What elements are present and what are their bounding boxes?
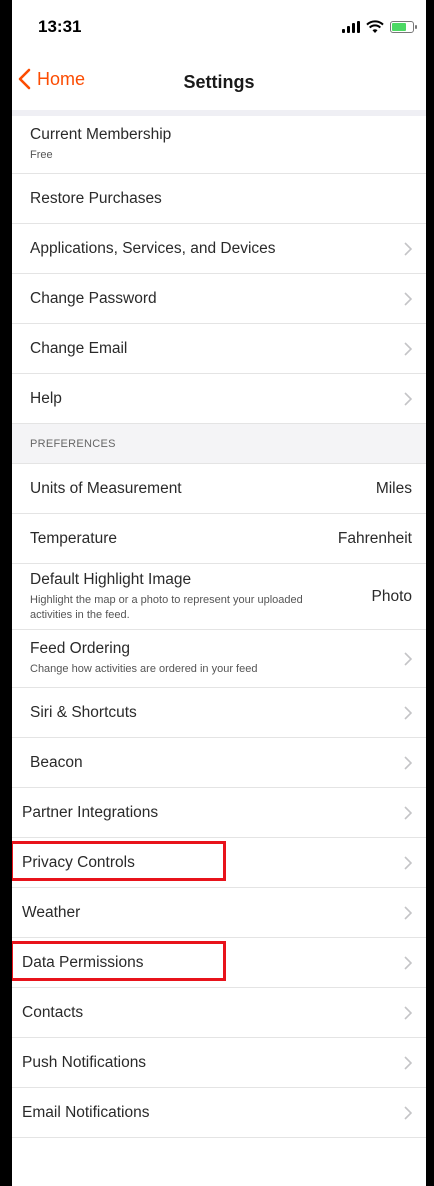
row-label: Change Email <box>30 339 128 357</box>
signal-icon <box>342 21 360 33</box>
email-notifications-row[interactable]: Email Notifications <box>12 1088 426 1138</box>
privacy-controls-row[interactable]: Privacy Controls <box>12 838 426 888</box>
temperature-value: Fahrenheit <box>337 529 412 547</box>
row-label: Applications, Services, and Devices <box>30 239 276 257</box>
temperature-row[interactable]: Temperature Fahrenheit <box>12 514 426 564</box>
status-icons <box>342 20 417 34</box>
row-label: Temperature <box>30 529 118 547</box>
row-label: Privacy Controls <box>22 853 135 871</box>
partner-integrations-row[interactable]: Partner Integrations <box>12 788 426 838</box>
row-label: Beacon <box>30 753 83 771</box>
preferences-section-header: PREFERENCES <box>12 424 426 464</box>
units-value: Miles <box>375 479 412 497</box>
page-title: Settings <box>183 71 255 92</box>
weather-row[interactable]: Weather <box>12 888 426 938</box>
status-time: 13:31 <box>38 17 82 36</box>
change-email-row[interactable]: Change Email <box>12 324 426 374</box>
chevron-right-icon <box>404 805 412 820</box>
data-permissions-row[interactable]: Data Permissions <box>12 938 426 988</box>
status-bar: 13:31 <box>12 0 426 54</box>
row-description: Change how activities are ordered in you… <box>30 663 258 676</box>
row-label: Change Password <box>30 289 157 307</box>
row-label: Contacts <box>22 1003 84 1021</box>
row-label: Restore Purchases <box>30 189 162 207</box>
chevron-right-icon <box>404 291 412 306</box>
change-password-row[interactable]: Change Password <box>12 274 426 324</box>
back-label: Home <box>37 68 86 89</box>
chevron-right-icon <box>404 1105 412 1120</box>
row-label: Push Notifications <box>22 1053 147 1071</box>
chevron-right-icon <box>404 651 412 666</box>
restore-purchases-row[interactable]: Restore Purchases <box>12 174 426 224</box>
settings-screen: 13:31 Home Settings Current Membership F… <box>10 0 428 1186</box>
chevron-right-icon <box>404 855 412 870</box>
chevron-right-icon <box>404 705 412 720</box>
chevron-right-icon <box>404 1055 412 1070</box>
row-label: Current Membership <box>30 126 172 144</box>
siri-shortcuts-row[interactable]: Siri & Shortcuts <box>12 688 426 738</box>
chevron-right-icon <box>404 391 412 406</box>
row-label: Feed Ordering <box>30 640 130 658</box>
chevron-right-icon <box>404 955 412 970</box>
chevron-right-icon <box>404 341 412 356</box>
wifi-icon <box>366 20 384 33</box>
contacts-row[interactable]: Contacts <box>12 988 426 1038</box>
chevron-right-icon <box>404 1005 412 1020</box>
row-label: Partner Integrations <box>22 803 159 821</box>
membership-status: Free <box>30 149 53 162</box>
row-description: Highlight the map or a photo to represen… <box>30 593 303 621</box>
chevron-right-icon <box>404 755 412 770</box>
push-notifications-row[interactable]: Push Notifications <box>12 1038 426 1088</box>
row-label: Units of Measurement <box>30 479 182 497</box>
navigation-bar: Home Settings <box>12 54 426 110</box>
applications-services-devices-row[interactable]: Applications, Services, and Devices <box>12 224 426 274</box>
units-of-measurement-row[interactable]: Units of Measurement Miles <box>12 464 426 514</box>
chevron-right-icon <box>404 241 412 256</box>
row-label: Weather <box>22 903 81 921</box>
battery-icon <box>390 21 417 33</box>
feed-ordering-row[interactable]: Feed Ordering Change how activities are … <box>12 630 426 688</box>
help-row[interactable]: Help <box>12 374 426 424</box>
default-highlight-image-row[interactable]: Default Highlight Image Highlight the ma… <box>12 564 426 630</box>
row-label: Default Highlight Image <box>30 570 192 588</box>
back-button[interactable]: Home <box>18 68 85 90</box>
settings-list: Current Membership Free Restore Purchase… <box>12 110 426 1186</box>
highlight-image-value: Photo <box>371 587 412 605</box>
chevron-right-icon <box>404 905 412 920</box>
row-label: Siri & Shortcuts <box>30 703 137 721</box>
beacon-row[interactable]: Beacon <box>12 738 426 788</box>
row-label: Help <box>30 389 62 407</box>
row-label: Data Permissions <box>22 953 144 971</box>
current-membership-row[interactable]: Current Membership Free <box>12 116 426 174</box>
chevron-left-icon <box>18 68 31 90</box>
row-label: Email Notifications <box>22 1103 150 1121</box>
